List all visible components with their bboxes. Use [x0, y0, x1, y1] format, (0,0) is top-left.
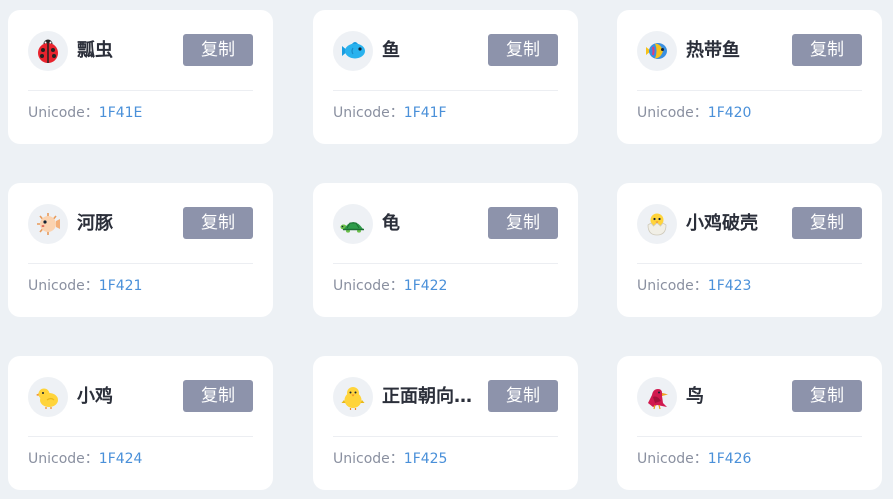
unicode-info: Unicode：1F423 [637, 276, 751, 296]
front-facing-chick-icon [333, 377, 373, 417]
unicode-info: Unicode：1F422 [333, 276, 447, 296]
unicode-label: Unicode： [28, 451, 99, 467]
unicode-info: Unicode：1F421 [28, 276, 142, 296]
emoji-card-baby-chick: 小鸡 复制 Unicode：1F424 [8, 356, 273, 490]
unicode-info: Unicode：1F426 [637, 449, 751, 469]
unicode-info: Unicode：1F41F [333, 103, 447, 123]
divider [333, 90, 558, 91]
divider [637, 90, 862, 91]
unicode-code: 1F424 [98, 451, 143, 467]
emoji-name: 小鸡 [77, 386, 113, 407]
unicode-code: 1F421 [98, 278, 143, 294]
unicode-code: 1F426 [707, 451, 752, 467]
hatching-chick-icon [637, 204, 677, 244]
unicode-info: Unicode：1F41E [28, 103, 142, 123]
unicode-code: 1F422 [403, 278, 448, 294]
emoji-name: 正面朝向的… [382, 386, 486, 407]
emoji-name: 河豚 [77, 213, 113, 234]
divider [637, 436, 862, 437]
emoji-name: 小鸡破壳 [686, 213, 758, 234]
copy-button[interactable]: 复制 [183, 380, 253, 412]
copy-button[interactable]: 复制 [488, 380, 558, 412]
ladybug-icon [28, 31, 68, 71]
emoji-card-fish: 鱼 复制 Unicode：1F41F [313, 10, 578, 144]
emoji-name: 热带鱼 [686, 40, 740, 61]
unicode-label: Unicode： [637, 278, 708, 294]
divider [28, 436, 253, 437]
emoji-card-turtle: 龟 复制 Unicode：1F422 [313, 183, 578, 317]
unicode-code: 1F41F [403, 105, 447, 121]
bird-icon [637, 377, 677, 417]
emoji-card-bird: 鸟 复制 Unicode：1F426 [617, 356, 882, 490]
emoji-name: 鱼 [382, 40, 400, 61]
blowfish-icon [28, 204, 68, 244]
copy-button[interactable]: 复制 [792, 380, 862, 412]
unicode-label: Unicode： [333, 278, 404, 294]
copy-button[interactable]: 复制 [183, 34, 253, 66]
emoji-card-front-facing-chick: 正面朝向的… 复制 Unicode：1F425 [313, 356, 578, 490]
divider [28, 90, 253, 91]
divider [28, 263, 253, 264]
tropical-fish-icon [637, 31, 677, 71]
unicode-label: Unicode： [28, 105, 99, 121]
divider [333, 436, 558, 437]
unicode-label: Unicode： [333, 451, 404, 467]
unicode-label: Unicode： [333, 105, 404, 121]
unicode-code: 1F41E [98, 105, 143, 121]
unicode-label: Unicode： [637, 451, 708, 467]
unicode-label: Unicode： [637, 105, 708, 121]
copy-button[interactable]: 复制 [488, 34, 558, 66]
emoji-card-tropical-fish: 热带鱼 复制 Unicode：1F420 [617, 10, 882, 144]
unicode-info: Unicode：1F425 [333, 449, 447, 469]
unicode-code: 1F425 [403, 451, 448, 467]
copy-button[interactable]: 复制 [488, 207, 558, 239]
divider [333, 263, 558, 264]
fish-icon [333, 31, 373, 71]
unicode-label: Unicode： [28, 278, 99, 294]
copy-button[interactable]: 复制 [792, 207, 862, 239]
emoji-name: 瓢虫 [77, 40, 113, 61]
divider [637, 263, 862, 264]
copy-button[interactable]: 复制 [792, 34, 862, 66]
emoji-card-blowfish: 河豚 复制 Unicode：1F421 [8, 183, 273, 317]
unicode-info: Unicode：1F420 [637, 103, 751, 123]
copy-button[interactable]: 复制 [183, 207, 253, 239]
unicode-code: 1F420 [707, 105, 752, 121]
emoji-card-hatching-chick: 小鸡破壳 复制 Unicode：1F423 [617, 183, 882, 317]
emoji-name: 龟 [382, 213, 400, 234]
unicode-info: Unicode：1F424 [28, 449, 142, 469]
emoji-name: 鸟 [686, 386, 704, 407]
turtle-icon [333, 204, 373, 244]
baby-chick-icon [28, 377, 68, 417]
emoji-card-ladybug: 瓢虫 复制 Unicode：1F41E [8, 10, 273, 144]
unicode-code: 1F423 [707, 278, 752, 294]
